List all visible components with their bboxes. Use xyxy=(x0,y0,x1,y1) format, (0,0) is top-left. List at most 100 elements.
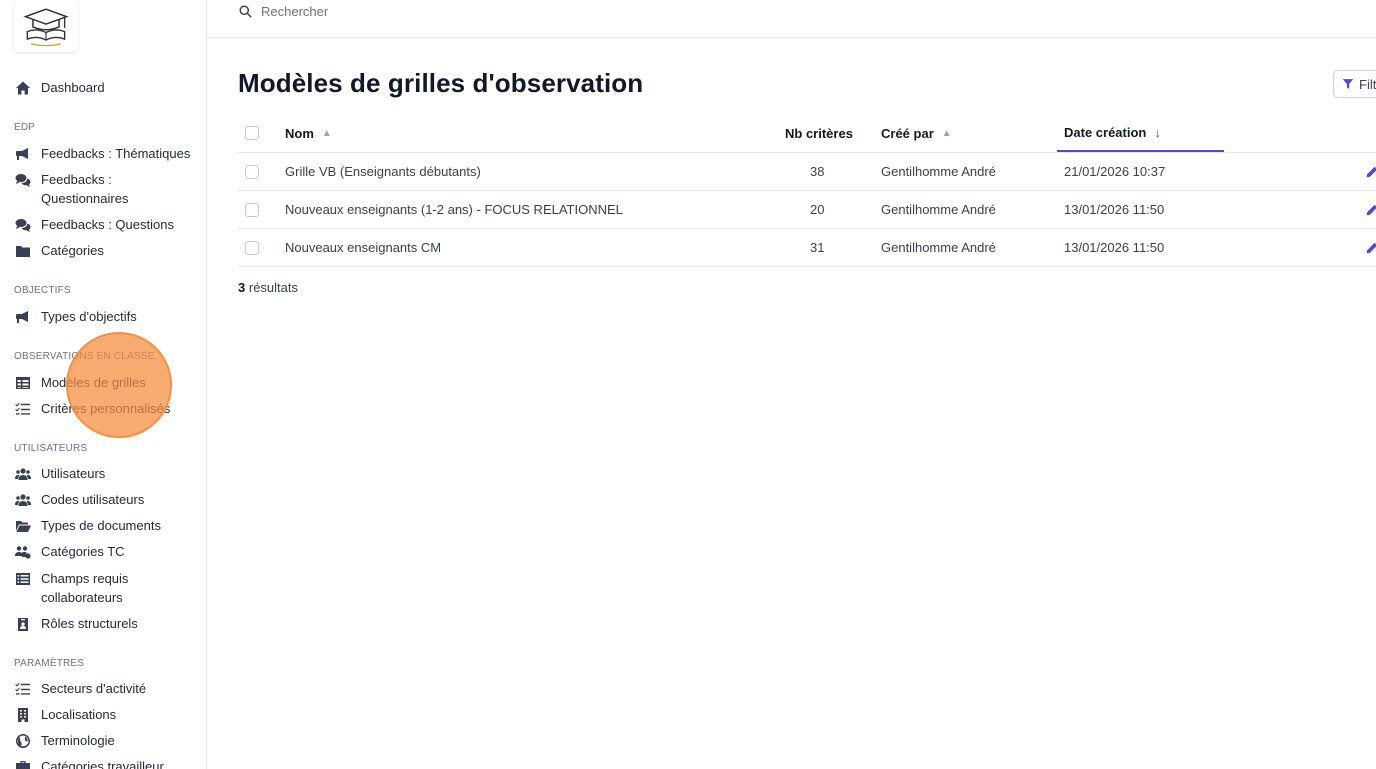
sidebar-item-label: Codes utilisateurs xyxy=(41,492,145,507)
cell-nb-criteres: 31 xyxy=(810,240,825,255)
comments-icon xyxy=(14,170,32,189)
column-header-nb-criteres[interactable]: Nb critères xyxy=(785,114,853,152)
sidebar-item-label: Champs requis collaborateurs xyxy=(41,571,129,605)
column-header-nom[interactable]: Nom ▲︎ xyxy=(285,114,332,152)
section-edp: EDP xyxy=(14,122,36,133)
sidebar-item-label: Catégories xyxy=(41,243,104,258)
cell-cree-par: Gentilhomme André xyxy=(881,164,996,179)
sidebar-item-label: Localisations xyxy=(41,707,117,722)
sidebar: Dashboard EDP Feedbacks : Thématiques Fe… xyxy=(0,0,207,769)
table-icon xyxy=(14,373,32,392)
column-header-date-creation[interactable]: Date création ↓ xyxy=(1057,114,1224,152)
search-input[interactable] xyxy=(261,4,561,19)
cell-cree-par: Gentilhomme André xyxy=(881,240,996,255)
row-checkbox[interactable] xyxy=(245,202,259,217)
sidebar-item-champs-requis[interactable]: Champs requis collaborateurs xyxy=(14,569,201,607)
arrow-down-icon: ↓ xyxy=(1154,124,1161,140)
data-table: Nom ▲︎ Nb critères Créé par ▲︎ Date créa… xyxy=(238,114,1376,267)
sidebar-item-utilisateurs[interactable]: Utilisateurs xyxy=(14,464,201,483)
table-row[interactable]: Grille VB (Enseignants débutants) 38 Gen… xyxy=(238,153,1376,191)
sidebar-item-label: Secteurs d'activité xyxy=(41,681,147,696)
sort-icon: ▲︎ xyxy=(941,127,952,139)
sidebar-item-label: Catégories TC xyxy=(41,544,125,559)
list-check-icon xyxy=(14,399,32,418)
cell-date-creation: 13/01/2026 11:50 xyxy=(1064,240,1165,255)
cell-date-creation: 13/01/2026 11:50 xyxy=(1064,202,1165,217)
sort-icon: ▲︎ xyxy=(321,127,332,139)
list-check-icon xyxy=(14,679,32,698)
section-parametres: PARAMÈTRES xyxy=(14,658,85,669)
search-bar xyxy=(239,4,561,19)
sidebar-item-label: Dashboard xyxy=(41,80,105,95)
sidebar-item-dashboard[interactable]: Dashboard xyxy=(14,78,201,97)
sidebar-item-secteurs-activite[interactable]: Secteurs d'activité xyxy=(14,679,201,698)
sidebar-item-modeles-grilles[interactable]: Modèles de grilles xyxy=(14,373,201,392)
sidebar-item-label: Rôles structurels xyxy=(41,616,138,631)
table-header: Nom ▲︎ Nb critères Créé par ▲︎ Date créa… xyxy=(238,114,1376,153)
filter-icon xyxy=(1342,79,1354,89)
sidebar-item-label: Catégories travailleur xyxy=(41,759,164,769)
row-checkbox-cell xyxy=(245,191,259,228)
cell-nb-criteres: 20 xyxy=(810,202,825,217)
cell-date-creation: 21/01/2026 10:37 xyxy=(1064,164,1166,179)
megaphone-icon xyxy=(14,144,32,163)
home-icon xyxy=(14,78,32,97)
row-checkbox[interactable] xyxy=(245,164,259,179)
sidebar-item-feedbacks-questionnaires[interactable]: Feedbacks : Questionnaires xyxy=(14,170,201,208)
column-header-label: Créé par xyxy=(881,125,934,141)
sidebar-item-terminologie[interactable]: Terminologie xyxy=(14,731,201,750)
sidebar-item-localisations[interactable]: Localisations xyxy=(14,705,201,724)
sidebar-item-label: Types de documents xyxy=(41,518,161,533)
users-icon xyxy=(14,464,32,483)
id-badge-icon xyxy=(14,614,32,633)
filter-button[interactable]: Filt xyxy=(1333,70,1376,98)
column-header-label: Nb critères xyxy=(785,125,853,141)
sidebar-item-label: Modèles de grilles xyxy=(41,375,146,390)
cell-nom: Nouveaux enseignants (1-2 ans) - FOCUS R… xyxy=(285,202,623,217)
briefcase-icon xyxy=(14,757,32,769)
filter-button-label: Filt xyxy=(1359,76,1376,92)
folder-open-icon xyxy=(14,516,32,535)
edit-icon[interactable] xyxy=(1366,191,1376,228)
sidebar-item-categories-travailleur[interactable]: Catégories travailleur xyxy=(14,757,201,769)
sidebar-item-label: Feedbacks : Questions xyxy=(41,217,174,232)
cell-cree-par: Gentilhomme André xyxy=(881,202,996,217)
column-header-cree-par[interactable]: Créé par ▲︎ xyxy=(881,114,952,152)
section-objectifs: OBJECTIFS xyxy=(14,285,71,296)
column-header-label: Date création xyxy=(1064,124,1147,140)
cell-nom: Grille VB (Enseignants débutants) xyxy=(285,164,481,179)
list-icon xyxy=(14,569,32,588)
select-all-checkbox-cell xyxy=(245,114,259,152)
sidebar-item-categories[interactable]: Catégories xyxy=(14,241,201,260)
sidebar-item-types-documents[interactable]: Types de documents xyxy=(14,516,201,535)
users-gear-icon xyxy=(14,542,32,561)
sidebar-item-label: Terminologie xyxy=(41,733,115,748)
sidebar-item-label: Types d'objectifs xyxy=(41,309,137,324)
sidebar-item-roles-structurels[interactable]: Rôles structurels xyxy=(14,614,201,633)
edit-icon[interactable] xyxy=(1366,229,1376,266)
table-row[interactable]: Nouveaux enseignants (1-2 ans) - FOCUS R… xyxy=(238,191,1376,229)
section-observations: OBSERVATIONS EN CLASSE xyxy=(14,351,155,362)
select-all-checkbox[interactable] xyxy=(245,126,259,140)
app-logo[interactable] xyxy=(14,0,78,52)
globe-icon xyxy=(14,731,32,750)
table-row[interactable]: Nouveaux enseignants CM 31 Gentilhomme A… xyxy=(238,229,1376,267)
page-title: Modèles de grilles d'observation xyxy=(238,68,644,98)
edit-icon[interactable] xyxy=(1366,153,1376,190)
top-bar xyxy=(207,0,1376,38)
folder-icon xyxy=(14,241,32,260)
sidebar-item-criteres-personnalises[interactable]: Critères personnalisés xyxy=(14,399,201,418)
sidebar-item-feedbacks-thematiques[interactable]: Feedbacks : Thématiques xyxy=(14,144,201,163)
sidebar-item-types-objectifs[interactable]: Types d'objectifs xyxy=(14,307,201,326)
sidebar-item-categories-tc[interactable]: Catégories TC xyxy=(14,542,201,561)
results-count: 3 résultats xyxy=(238,280,298,295)
results-number: 3 xyxy=(238,280,246,295)
search-icon xyxy=(239,5,252,18)
cell-nb-criteres: 38 xyxy=(810,164,825,179)
sidebar-item-label: Utilisateurs xyxy=(41,466,106,481)
sidebar-item-codes-utilisateurs[interactable]: Codes utilisateurs xyxy=(14,490,201,509)
sidebar-item-feedbacks-questions[interactable]: Feedbacks : Questions xyxy=(14,215,201,234)
row-checkbox[interactable] xyxy=(245,240,259,255)
section-utilisateurs: UTILISATEURS xyxy=(14,443,88,454)
sidebar-item-label: Critères personnalisés xyxy=(41,401,171,416)
